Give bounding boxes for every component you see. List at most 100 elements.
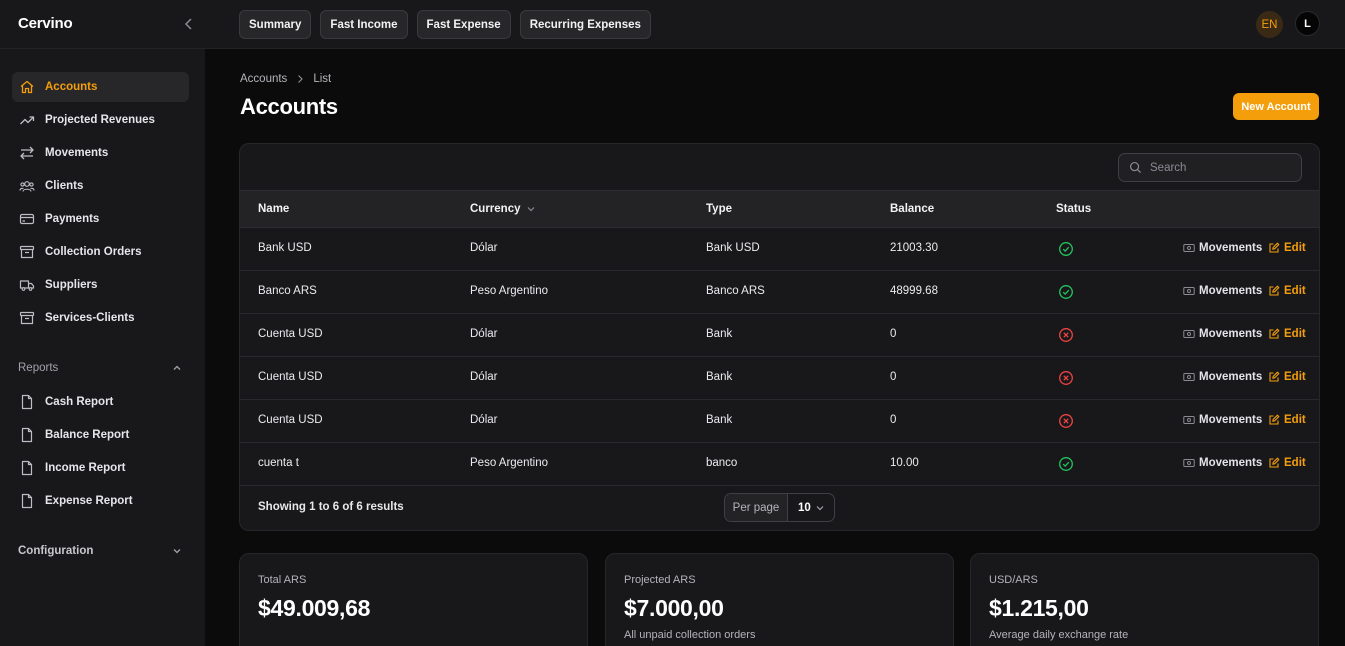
sidebar-item-label: Income Report (45, 462, 126, 474)
movements-button[interactable]: Movements (1183, 242, 1262, 254)
banknote-icon (1183, 457, 1195, 469)
movements-label: Movements (1199, 242, 1263, 254)
sidebar-item-label: Accounts (45, 81, 98, 93)
users-icon (19, 181, 35, 192)
search-input[interactable] (1150, 161, 1290, 174)
sidebar-item-collection-orders[interactable]: Collection Orders (12, 237, 189, 267)
stat-description: All unpaid collection orders (624, 629, 756, 641)
sidebar-item-label: Balance Report (45, 429, 130, 441)
cell-name: Banco ARS (258, 285, 317, 297)
sidebar-item-label: Cash Report (45, 396, 114, 408)
sidebar-item-expense-report[interactable]: Expense Report (12, 486, 189, 516)
reports-group-toggle[interactable]: Reports (18, 362, 183, 374)
chevron-left-icon (184, 18, 192, 30)
search-field[interactable] (1118, 153, 1302, 182)
sidebar-item-label: Collection Orders (45, 246, 142, 258)
per-page-select[interactable]: Per page 10 (724, 493, 835, 522)
quick-actions: Summary Fast Income Fast Expense Recurri… (239, 10, 651, 39)
stat-card-total-ars: Total ARS $49.009,68 (239, 553, 588, 646)
page-title: Accounts (240, 94, 338, 119)
sort-chevron-down-icon (527, 207, 534, 212)
column-header-label: Type (706, 203, 732, 215)
edit-label: Edit (1284, 285, 1306, 297)
breadcrumb: Accounts List (240, 73, 331, 85)
edit-button[interactable]: Edit (1268, 285, 1306, 297)
cell-type: banco (706, 457, 738, 469)
top-bar: Cervino Summary Fast Income Fast Expense… (0, 0, 1345, 49)
cell-balance: 0 (890, 414, 897, 426)
sidebar-item-payments[interactable]: Payments (12, 204, 189, 234)
per-page-dropdown[interactable]: 10 (788, 494, 834, 521)
column-header-label: Balance (890, 203, 935, 215)
cell-name: Cuenta USD (258, 328, 323, 340)
configuration-group-toggle[interactable]: Configuration (18, 545, 183, 557)
movements-label: Movements (1199, 414, 1263, 426)
movements-button[interactable]: Movements (1183, 285, 1262, 297)
chevron-down-icon (816, 505, 824, 510)
cell-name: Bank USD (258, 242, 312, 254)
new-account-button[interactable]: New Account (1233, 93, 1319, 120)
recurring-expenses-button[interactable]: Recurring Expenses (519, 10, 651, 39)
table-row: Cuenta USD Dólar Bank 0 Movements Edit (240, 314, 1319, 357)
fast-income-button[interactable]: Fast Income (320, 10, 408, 39)
sidebar-item-accounts[interactable]: Accounts (12, 72, 189, 102)
movements-label: Movements (1199, 457, 1263, 469)
sidebar: Accounts Projected Revenues Movements Cl… (0, 49, 205, 646)
collapse-sidebar-button[interactable] (181, 16, 197, 32)
status-x-circle-icon (1058, 370, 1074, 386)
cell-name: Cuenta USD (258, 414, 323, 426)
sidebar-item-movements[interactable]: Movements (12, 138, 189, 168)
edit-button[interactable]: Edit (1268, 414, 1306, 426)
sidebar-item-label: Clients (45, 180, 84, 192)
movements-button[interactable]: Movements (1183, 371, 1262, 383)
edit-button[interactable]: Edit (1268, 371, 1306, 383)
status-check-circle-icon (1058, 456, 1074, 472)
page-scrollbar[interactable] (1340, 49, 1345, 646)
pencil-square-icon (1268, 457, 1280, 469)
stat-value: $49.009,68 (258, 595, 371, 621)
column-header-status: Status (1056, 203, 1091, 215)
credit-card-icon (19, 213, 35, 225)
accounts-table-card: Name Currency Type Balance Status Bank U… (239, 143, 1320, 531)
sidebar-item-cash-report[interactable]: Cash Report (12, 387, 189, 417)
sidebar-item-balance-report[interactable]: Balance Report (12, 420, 189, 450)
per-page-value: 10 (798, 501, 811, 514)
movements-button[interactable]: Movements (1183, 414, 1262, 426)
cell-type: Bank (706, 371, 733, 383)
home-icon (20, 80, 34, 94)
avatar[interactable]: L (1295, 11, 1320, 36)
pagination-summary: Showing 1 to 6 of 6 results (258, 501, 404, 513)
movements-button[interactable]: Movements (1183, 457, 1262, 469)
edit-button[interactable]: Edit (1268, 328, 1306, 340)
sidebar-item-clients[interactable]: Clients (12, 171, 189, 201)
table-row: Bank USD Dólar Bank USD 21003.30 Movements Ed… (240, 228, 1319, 271)
summary-button[interactable]: Summary (239, 10, 312, 39)
sidebar-item-suppliers[interactable]: Suppliers (12, 270, 189, 300)
banknote-icon (1183, 371, 1195, 383)
status-x-circle-icon (1058, 327, 1074, 343)
sidebar-item-income-report[interactable]: Income Report (12, 453, 189, 483)
movements-label: Movements (1199, 328, 1263, 340)
table-row: Cuenta USD Dólar Bank 0 Movements Edit (240, 357, 1319, 400)
column-header-label: Status (1056, 203, 1092, 215)
sidebar-item-label: Movements (45, 147, 109, 159)
banknote-icon (1183, 242, 1195, 254)
document-icon (21, 460, 33, 476)
stat-value: $7.000,00 (624, 595, 724, 621)
brand-name[interactable]: Cervino (18, 15, 73, 32)
column-header-name: Name (258, 203, 289, 215)
sidebar-item-services-clients[interactable]: Services-Clients (12, 303, 189, 333)
cell-balance: 48999.68 (890, 285, 938, 297)
stat-card-projected-ars: Projected ARS $7.000,00 All unpaid colle… (605, 553, 954, 646)
cell-currency: Peso Argentino (470, 457, 549, 469)
breadcrumb-link-accounts[interactable]: Accounts (240, 73, 287, 85)
language-switcher[interactable]: EN (1256, 11, 1283, 38)
movements-button[interactable]: Movements (1183, 328, 1262, 340)
stat-label: Total ARS (258, 574, 307, 586)
edit-button[interactable]: Edit (1268, 242, 1306, 254)
edit-button[interactable]: Edit (1268, 457, 1306, 469)
fast-expense-button[interactable]: Fast Expense (416, 10, 511, 39)
banknote-icon (1183, 414, 1195, 426)
column-header-currency[interactable]: Currency (470, 203, 536, 215)
sidebar-item-projected-revenues[interactable]: Projected Revenues (12, 105, 189, 135)
